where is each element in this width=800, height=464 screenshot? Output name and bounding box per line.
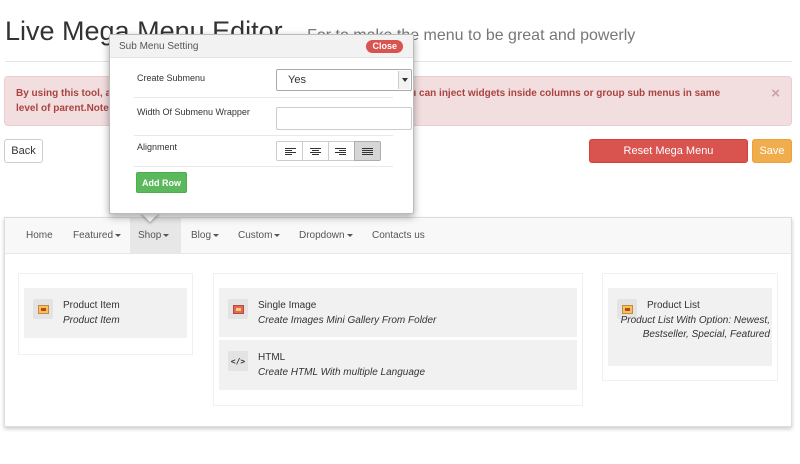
navbar: Home Featured Shop Blog Custom Dropdown … bbox=[5, 218, 791, 254]
nav-item-contacts[interactable]: Contacts us bbox=[364, 218, 433, 253]
widget-icon bbox=[33, 299, 53, 319]
alignment-button-group bbox=[276, 141, 381, 161]
menu-column-3[interactable]: Product List Product List With Option: N… bbox=[602, 273, 778, 381]
image-icon bbox=[232, 304, 244, 314]
widget-product-list[interactable]: Product List Product List With Option: N… bbox=[608, 288, 772, 366]
widget-icon bbox=[228, 299, 248, 319]
widget-title: Product Item bbox=[63, 300, 120, 311]
create-submenu-select[interactable]: Yes bbox=[276, 69, 412, 91]
nav-item-shop[interactable]: Shop bbox=[130, 218, 181, 253]
widget-html[interactable]: </> HTML Create HTML With multiple Langu… bbox=[219, 340, 577, 390]
widget-icon: </> bbox=[228, 351, 248, 371]
code-icon: </> bbox=[230, 356, 246, 366]
image-icon bbox=[621, 304, 633, 314]
save-button[interactable]: Save bbox=[752, 139, 792, 163]
nav-item-label: Shop bbox=[138, 230, 162, 241]
nav-item-label: Dropdown bbox=[299, 230, 345, 241]
menu-column-2[interactable]: Single Image Create Images Mini Gallery … bbox=[213, 273, 583, 406]
nav-item-label: Contacts us bbox=[372, 230, 425, 241]
widget-description: Product List With Option: Newest, Bestse… bbox=[620, 315, 770, 340]
caret-down-icon bbox=[163, 233, 170, 237]
nav-item-custom[interactable]: Custom bbox=[230, 218, 288, 253]
nav-item-label: Featured bbox=[73, 230, 114, 241]
popup-close-button[interactable]: Close bbox=[366, 40, 403, 53]
widget-title: Single Image bbox=[258, 300, 317, 311]
chevron-down-icon bbox=[398, 71, 410, 89]
submenu-settings-popup: Sub Menu Setting Close Create Submenu Ye… bbox=[109, 34, 414, 214]
reset-config-button[interactable]: Reset Mega Menu Configuration bbox=[589, 139, 748, 179]
submenu-width-input[interactable] bbox=[276, 107, 412, 130]
popup-header: Sub Menu Setting Close bbox=[110, 35, 413, 58]
widget-single-image[interactable]: Single Image Create Images Mini Gallery … bbox=[219, 288, 577, 337]
alert-close-icon[interactable]: × bbox=[771, 86, 780, 101]
nav-item-label: Custom bbox=[238, 230, 273, 241]
back-button[interactable]: Back bbox=[4, 139, 43, 163]
nav-item-label: Home bbox=[26, 230, 53, 241]
align-left-button[interactable] bbox=[276, 141, 303, 161]
mega-menu-preview: Home Featured Shop Blog Custom Dropdown … bbox=[4, 217, 792, 427]
widget-title: Product List bbox=[647, 300, 700, 311]
nav-item-dropdown[interactable]: Dropdown bbox=[291, 218, 361, 253]
image-icon bbox=[37, 304, 49, 314]
nav-item-label: Blog bbox=[191, 230, 212, 241]
add-row-button[interactable]: Add Row bbox=[136, 172, 187, 193]
menu-column-1[interactable]: Product Item Product Item bbox=[18, 273, 193, 355]
create-submenu-row: Create Submenu Yes bbox=[134, 66, 412, 98]
submenu-width-label: Width Of Submenu Wrapper bbox=[137, 107, 250, 117]
create-submenu-label: Create Submenu bbox=[137, 73, 206, 83]
alignment-label: Alignment bbox=[137, 142, 178, 152]
popup-title: Sub Menu Setting bbox=[119, 41, 199, 52]
nav-item-blog[interactable]: Blog bbox=[183, 218, 227, 253]
widget-description: Create Images Mini Gallery From Folder bbox=[258, 315, 437, 326]
align-right-button[interactable] bbox=[328, 141, 355, 161]
align-center-button[interactable] bbox=[302, 141, 329, 161]
caret-down-icon bbox=[274, 233, 281, 237]
alignment-row: Alignment bbox=[134, 136, 393, 167]
caret-down-icon bbox=[213, 233, 220, 237]
nav-item-home[interactable]: Home bbox=[18, 218, 61, 253]
caret-down-icon bbox=[115, 233, 122, 237]
select-value: Yes bbox=[288, 74, 306, 86]
widget-description: Create HTML With multiple Language bbox=[258, 367, 426, 378]
widget-description: Product Item bbox=[63, 315, 120, 326]
widget-title: HTML bbox=[258, 352, 286, 363]
align-justify-button[interactable] bbox=[354, 141, 381, 161]
widget-product-item[interactable]: Product Item Product Item bbox=[24, 288, 187, 338]
submenu-width-row: Width Of Submenu Wrapper bbox=[134, 98, 412, 136]
caret-down-icon bbox=[346, 233, 353, 237]
nav-item-featured[interactable]: Featured bbox=[65, 218, 129, 253]
